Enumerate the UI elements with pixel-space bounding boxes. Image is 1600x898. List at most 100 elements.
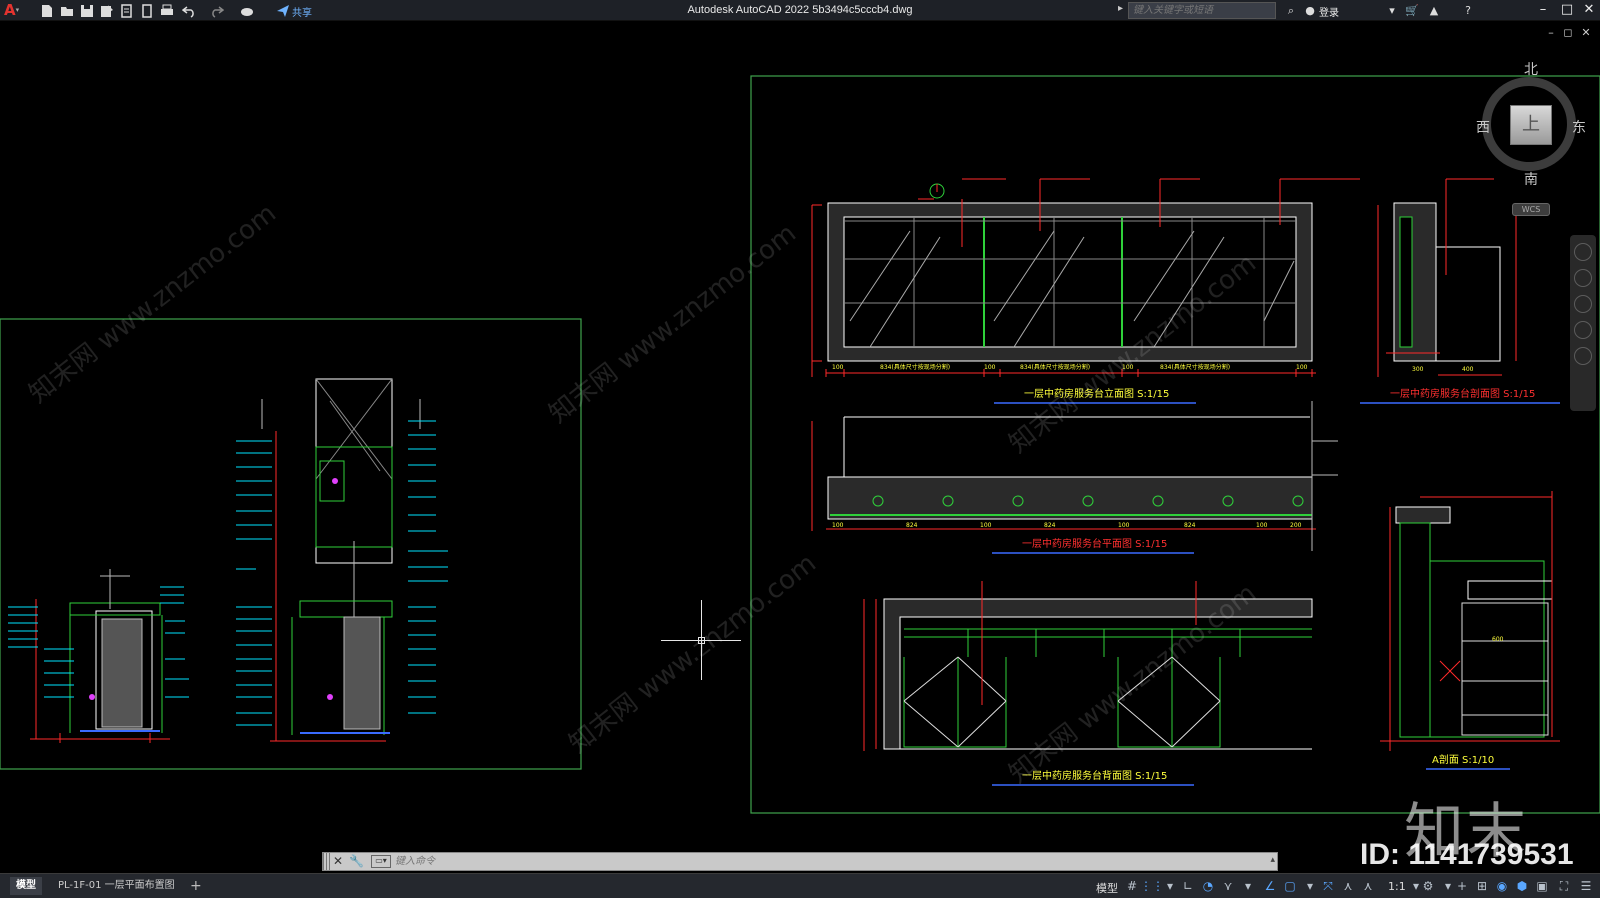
plus-icon[interactable]: + <box>1454 878 1470 894</box>
ortho-icon[interactable]: ∟ <box>1180 878 1196 894</box>
autocad-logo-icon[interactable]: A▾ <box>4 1 26 20</box>
match-props-icon[interactable] <box>238 2 255 19</box>
viewport-minimize-button[interactable]: – <box>1545 26 1557 39</box>
workspace-gear-icon[interactable]: ⚙ <box>1420 878 1436 894</box>
isometric-icon[interactable]: ⋎ <box>1220 878 1236 894</box>
dim-plan-5: 824 <box>1184 522 1196 529</box>
dim-plan-7: 200 <box>1290 522 1302 529</box>
front-elevation <box>811 178 1360 377</box>
compass-south[interactable]: 南 <box>1524 169 1538 189</box>
detail-a-dim: 600 <box>1492 636 1504 643</box>
command-line-grip[interactable] <box>323 853 331 870</box>
search-icon[interactable]: ⌕ <box>1283 2 1299 19</box>
dim-plan-4: 100 <box>1118 522 1130 529</box>
share-icon[interactable] <box>274 2 291 19</box>
lineweight-icon[interactable]: ⤧ <box>1320 878 1336 894</box>
save-icon[interactable] <box>78 2 95 19</box>
help-icon[interactable]: ? <box>1460 2 1476 19</box>
hardware-acceleration-icon[interactable]: ⬢ <box>1514 878 1530 894</box>
small-section-detail <box>8 569 189 743</box>
wcs-menu-button[interactable]: WCS <box>1512 203 1550 216</box>
publish-icon[interactable] <box>118 2 135 19</box>
object-snap-tracking-icon[interactable]: ∠ <box>1262 878 1278 894</box>
showmotion-icon[interactable] <box>1574 347 1592 365</box>
orbit-icon[interactable] <box>1574 321 1592 339</box>
clean-screen-icon[interactable]: ▣ <box>1534 878 1550 894</box>
plot-icon[interactable] <box>158 2 175 19</box>
object-snap-icon[interactable]: ▢ <box>1282 878 1298 894</box>
customization-menu-icon[interactable]: ☰ <box>1578 878 1594 894</box>
dropdown-arrow-icon[interactable]: ▾ <box>1240 878 1256 894</box>
login-button[interactable]: 登录 <box>1319 4 1339 19</box>
save-as-icon[interactable] <box>98 2 115 19</box>
viewport-close-button[interactable]: ✕ <box>1580 26 1592 39</box>
search-input[interactable] <box>1128 2 1276 19</box>
minimize-button[interactable]: – <box>1532 1 1554 19</box>
title-bar: A▾ 共享 Autodesk AutoCAD 2022 5b3494c5cccb… <box>0 0 1600 21</box>
redo-icon[interactable] <box>208 2 225 19</box>
compass-east[interactable]: 东 <box>1572 117 1586 137</box>
grid-icon[interactable]: # <box>1124 878 1140 894</box>
fullscreen-icon[interactable]: ⛶ <box>1556 878 1572 894</box>
command-input[interactable] <box>395 854 1265 869</box>
view-cube-top-face[interactable]: 上 <box>1510 105 1552 145</box>
dim-plan-3: 824 <box>1044 522 1056 529</box>
dim-plan-2: 100 <box>980 522 992 529</box>
dim-side-0: 300 <box>1412 366 1424 373</box>
recent-commands-icon[interactable]: ▭▾ <box>371 855 391 868</box>
open-icon[interactable] <box>58 2 75 19</box>
share-label[interactable]: 共享 <box>292 4 312 19</box>
units-icon[interactable]: ⊞ <box>1474 878 1490 894</box>
viewport-restore-button[interactable]: ◻ <box>1562 26 1574 39</box>
dim-side-1: 400 <box>1462 366 1474 373</box>
maximize-button[interactable]: □ <box>1556 1 1578 19</box>
tab-model[interactable]: 模型 <box>10 877 42 895</box>
autodesk-app-icon[interactable]: ▲ <box>1426 2 1442 19</box>
detail-a-section <box>1380 491 1560 751</box>
model-space-button[interactable]: 模型 <box>1096 880 1118 896</box>
plot-preview-icon[interactable] <box>138 2 155 19</box>
add-layout-button[interactable]: + <box>190 877 202 895</box>
customize-wrench-icon[interactable]: 🔧 <box>349 854 364 868</box>
dim-front-2: 100 <box>984 364 996 371</box>
user-icon[interactable]: ● <box>1302 2 1318 19</box>
snap-icon[interactable]: ⋮⋮ <box>1140 878 1164 894</box>
annotation-visibility-icon[interactable]: ⋏ <box>1340 878 1356 894</box>
dim-plan-1: 824 <box>906 522 918 529</box>
left-drawing-frame <box>0 318 582 770</box>
tall-section-detail <box>236 378 448 742</box>
command-line[interactable]: ✕ 🔧 ▭▾ ▴ <box>322 852 1278 871</box>
zoom-icon[interactable] <box>1574 295 1592 313</box>
close-button[interactable]: ✕ <box>1578 1 1600 19</box>
compass-north[interactable]: 北 <box>1524 59 1538 79</box>
dwg-drawing: 一层中药房服务台立面图 S:1/15 100 834(具体尺寸按现场分割) 10… <box>0 75 1600 814</box>
pickbox-cursor <box>698 637 705 644</box>
navigation-bar[interactable] <box>1570 235 1596 411</box>
isolate-objects-icon[interactable]: ◉ <box>1494 878 1510 894</box>
drawing-canvas[interactable]: 一层中药房服务台立面图 S:1/15 100 834(具体尺寸按现场分割) 10… <box>0 21 1600 873</box>
detail-a-title: A剖面 S:1/10 <box>1432 753 1494 766</box>
view-cube[interactable]: 上 北 南 西 东 <box>1468 59 1598 199</box>
command-history-arrow-icon[interactable]: ▴ <box>1270 855 1275 865</box>
dim-front-0: 100 <box>832 364 844 371</box>
dim-front-6: 100 <box>1296 364 1308 371</box>
window-title: Autodesk AutoCAD 2022 5b3494c5cccb4.dwg <box>687 4 913 16</box>
dim-front-5: 834(具体尺寸按现场分割) <box>1160 363 1230 371</box>
new-icon[interactable] <box>38 2 55 19</box>
steering-wheel-icon[interactable] <box>1574 243 1592 261</box>
cart-icon[interactable]: 🛒 <box>1404 2 1420 19</box>
annotation-scale[interactable]: 1:1 <box>1388 880 1406 893</box>
dropdown-arrow-icon[interactable]: ▾ <box>1162 878 1178 894</box>
side-section-title: 一层中药房服务台剖面图 S:1/15 <box>1390 387 1535 400</box>
dim-plan-6: 100 <box>1256 522 1268 529</box>
compass-west[interactable]: 西 <box>1476 117 1490 137</box>
search-expand-icon[interactable]: ▸ <box>1118 3 1123 14</box>
dropdown-arrow-icon[interactable]: ▾ <box>1302 878 1318 894</box>
close-icon[interactable]: ✕ <box>333 854 343 868</box>
undo-icon[interactable] <box>180 2 197 19</box>
polar-tracking-icon[interactable]: ◔ <box>1200 878 1216 894</box>
pan-icon[interactable] <box>1574 269 1592 287</box>
tab-layout[interactable]: PL-1F-01 一层平面布置图 <box>52 877 181 895</box>
dropdown-arrow-icon[interactable]: ▾ <box>1384 2 1400 19</box>
auto-scale-icon[interactable]: ⋏ <box>1360 878 1376 894</box>
